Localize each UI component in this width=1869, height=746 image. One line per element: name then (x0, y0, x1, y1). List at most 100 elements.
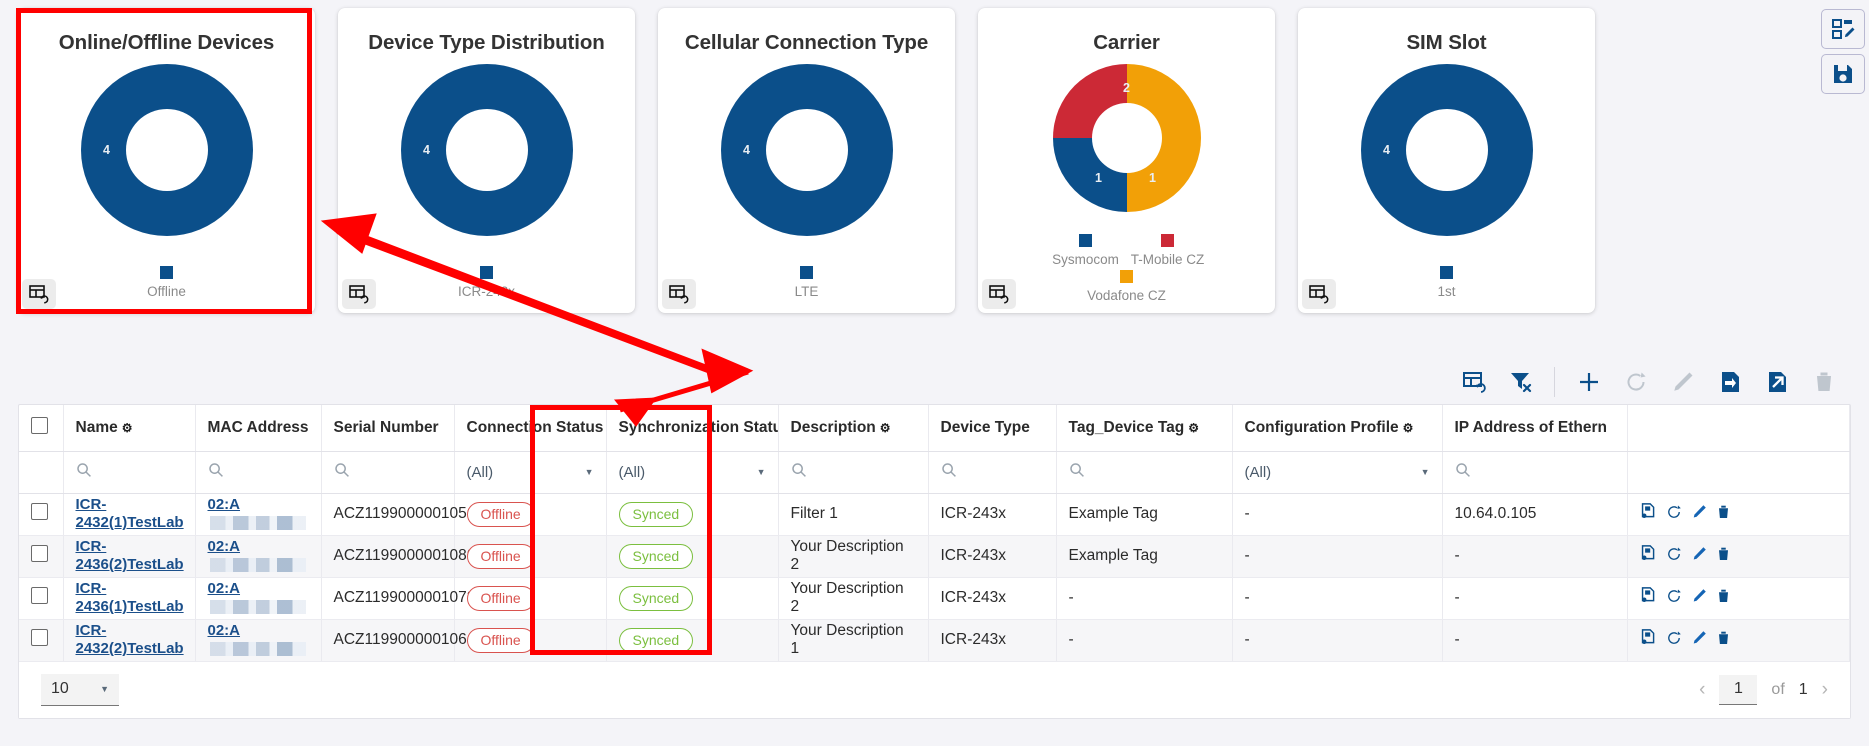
device-name-link[interactable]: ICR-2436(1)TestLab (76, 580, 184, 615)
filter-cell-name[interactable] (63, 451, 195, 493)
mac-address-link[interactable]: 02:A (208, 538, 241, 555)
donut-chart-cellular: 4 (658, 59, 955, 241)
card-online-offline-devices[interactable]: Online/Offline Devices 4 Offline (18, 8, 315, 313)
chevron-down-icon[interactable]: ▼ (100, 684, 109, 694)
filter-cell-mac-address[interactable] (195, 451, 321, 493)
export-button[interactable] (1753, 362, 1800, 402)
table-row[interactable]: ICR-2436(1)TestLab 02:A ACZ1199000001072… (19, 577, 1850, 619)
row-delete-button[interactable] (1716, 588, 1731, 609)
chevron-down-icon[interactable]: ▼ (1421, 467, 1430, 477)
select-all-header[interactable] (19, 405, 63, 451)
row-checkbox[interactable] (31, 629, 48, 646)
column-header-name[interactable]: Name⚙ (63, 405, 195, 451)
grid-refresh-icon[interactable] (982, 279, 1016, 309)
legend-swatch-icon (1120, 270, 1133, 283)
gear-icon[interactable]: ⚙ (880, 421, 891, 435)
row-edit-button[interactable] (1691, 546, 1707, 567)
next-page-button[interactable]: › (1822, 679, 1828, 701)
cell-mac-address[interactable]: 02:A (195, 577, 321, 619)
column-header-configuration-profile[interactable]: Configuration Profile⚙ (1232, 405, 1442, 451)
filter-cell-ip-address[interactable] (1442, 451, 1627, 493)
row-configure-button[interactable] (1640, 587, 1657, 609)
row-select-cell[interactable] (19, 577, 63, 619)
card-device-type-distribution[interactable]: Device Type Distribution 4 ICR-243x (338, 8, 635, 313)
add-button[interactable] (1565, 362, 1612, 402)
table-row[interactable]: ICR-2436(2)TestLab 02:A ACZ1199000001080… (19, 535, 1850, 577)
device-name-link[interactable]: ICR-2436(2)TestLab (76, 538, 184, 573)
device-name-link[interactable]: ICR-2432(2)TestLab (76, 622, 184, 657)
filter-cell-description[interactable] (778, 451, 928, 493)
row-edit-button[interactable] (1691, 630, 1707, 651)
column-header-serial-number[interactable]: Serial Number (321, 405, 454, 451)
mac-address-link[interactable]: 02:A (208, 580, 241, 597)
row-edit-button[interactable] (1691, 504, 1707, 525)
row-delete-button[interactable] (1716, 546, 1731, 567)
column-header-connection-status[interactable]: Connection Status (454, 405, 606, 451)
legend-swatch-icon (1440, 266, 1453, 279)
row-refresh-button[interactable] (1666, 546, 1682, 567)
select-all-checkbox[interactable] (31, 417, 48, 434)
mac-address-link[interactable]: 02:A (208, 622, 241, 639)
chevron-down-icon[interactable]: ▼ (757, 467, 766, 477)
gear-icon[interactable]: ⚙ (122, 421, 133, 435)
row-configure-button[interactable] (1640, 629, 1657, 651)
gear-icon[interactable]: ⚙ (1403, 421, 1414, 435)
cell-name[interactable]: ICR-2432(1)TestLab (63, 493, 195, 535)
current-page-input[interactable]: 1 (1719, 675, 1757, 705)
filter-cell-serial-number[interactable] (321, 451, 454, 493)
column-header-description[interactable]: Description⚙ (778, 405, 928, 451)
device-name-link[interactable]: ICR-2432(1)TestLab (76, 496, 184, 531)
filter-cell-synchronization-status[interactable]: (All) ▼ (606, 451, 778, 493)
save-dashboard-button[interactable] (1821, 54, 1865, 94)
chevron-down-icon[interactable]: ▼ (585, 467, 594, 477)
row-checkbox[interactable] (31, 587, 48, 604)
cell-name[interactable]: ICR-2436(1)TestLab (63, 577, 195, 619)
row-checkbox[interactable] (31, 545, 48, 562)
column-header-synchronization-status[interactable]: Synchronization Status (606, 405, 778, 451)
import-button[interactable] (1706, 362, 1753, 402)
reset-layout-button[interactable] (1450, 362, 1497, 402)
filter-cell-connection-status[interactable]: (All) ▼ (454, 451, 606, 493)
previous-page-button[interactable]: ‹ (1699, 679, 1705, 701)
row-delete-button[interactable] (1716, 630, 1731, 651)
row-select-cell[interactable] (19, 619, 63, 661)
page-size-select[interactable]: 10 ▼ (41, 674, 119, 706)
gear-icon[interactable]: ⚙ (1188, 421, 1199, 435)
column-header-mac-address[interactable]: MAC Address (195, 405, 321, 451)
cell-mac-address[interactable]: 02:A (195, 619, 321, 661)
row-configure-button[interactable] (1640, 545, 1657, 567)
row-checkbox[interactable] (31, 503, 48, 520)
table-row[interactable]: ICR-2432(1)TestLab 02:A ACZ1199000001056… (19, 493, 1850, 535)
row-refresh-button[interactable] (1666, 588, 1682, 609)
legend-label: 1st (1437, 284, 1455, 299)
cell-mac-address[interactable]: 02:A (195, 535, 321, 577)
row-select-cell[interactable] (19, 493, 63, 535)
cell-name[interactable]: ICR-2436(2)TestLab (63, 535, 195, 577)
column-header-device-type[interactable]: Device Type (928, 405, 1056, 451)
filter-cell-tag-device-tag[interactable] (1056, 451, 1232, 493)
row-delete-button[interactable] (1716, 504, 1731, 525)
cell-ip-address: 10.64.0.105 (1442, 493, 1627, 535)
edit-dashboard-button[interactable] (1821, 9, 1865, 49)
cell-mac-address[interactable]: 02:A (195, 493, 321, 535)
column-header-tag-device-tag[interactable]: Tag_Device Tag⚙ (1056, 405, 1232, 451)
row-select-cell[interactable] (19, 535, 63, 577)
grid-refresh-icon[interactable] (1302, 279, 1336, 309)
column-header-ip-address[interactable]: IP Address of Ethern (1442, 405, 1627, 451)
row-refresh-button[interactable] (1666, 630, 1682, 651)
mac-address-link[interactable]: 02:A (208, 496, 241, 513)
row-edit-button[interactable] (1691, 588, 1707, 609)
clear-filter-button[interactable] (1497, 362, 1544, 402)
grid-refresh-icon[interactable] (342, 279, 376, 309)
row-configure-button[interactable] (1640, 503, 1657, 525)
cell-name[interactable]: ICR-2432(2)TestLab (63, 619, 195, 661)
table-row[interactable]: ICR-2432(2)TestLab 02:A ACZ1199000001064… (19, 619, 1850, 661)
filter-cell-device-type[interactable] (928, 451, 1056, 493)
grid-refresh-icon[interactable] (662, 279, 696, 309)
card-sim-slot[interactable]: SIM Slot 4 1st (1298, 8, 1595, 313)
filter-cell-configuration-profile[interactable]: (All) ▼ (1232, 451, 1442, 493)
card-carrier[interactable]: Carrier 2 1 1 Sysmocom T-Mobile CZ (978, 8, 1275, 313)
grid-refresh-icon[interactable] (22, 279, 56, 309)
card-cellular-connection-type[interactable]: Cellular Connection Type 4 LTE (658, 8, 955, 313)
row-refresh-button[interactable] (1666, 504, 1682, 525)
